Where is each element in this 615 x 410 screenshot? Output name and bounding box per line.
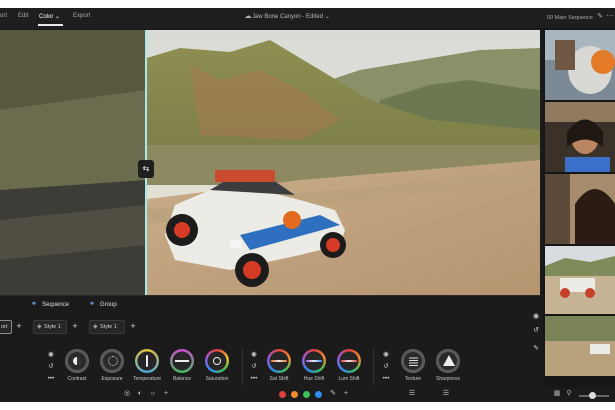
light-icon[interactable]: ☼: [148, 389, 158, 399]
menu-export[interactable]: Export: [73, 13, 90, 19]
style-chip-label: Style 1: [44, 324, 61, 330]
viewer-photo: [0, 30, 540, 295]
style-chip-0[interactable]: ort: [0, 320, 12, 334]
undo-icon[interactable]: ↺: [46, 363, 56, 371]
more-icon[interactable]: ⋯: [606, 13, 614, 21]
contrast-icon[interactable]: [65, 349, 89, 373]
style-chip-1[interactable]: ◈ Style 1: [33, 320, 67, 334]
balance-icon[interactable]: [170, 349, 194, 373]
eye-icon[interactable]: ◉: [46, 351, 56, 359]
group-divider: [242, 348, 243, 386]
style-icon: ◈: [37, 324, 42, 330]
tab-sequence[interactable]: Sequence: [42, 302, 69, 308]
filmstrip-thumb-2[interactable]: [545, 102, 615, 172]
top-bar: ort Edit Color ⌄ Export Jaw Bone Canyon …: [0, 8, 615, 28]
red-swatch[interactable]: [279, 391, 286, 398]
knob-label: Saturation: [205, 376, 229, 382]
document-title[interactable]: Jaw Bone Canyon - Edited ⌄: [252, 13, 330, 20]
filmstrip-thumb-5[interactable]: [545, 316, 615, 376]
eye-icon[interactable]: ◉: [381, 351, 391, 359]
filmstrip-thumb-1[interactable]: [545, 30, 615, 100]
add-style-button[interactable]: +: [13, 320, 25, 334]
knob-label: Lum Shift: [338, 376, 360, 382]
temperature-icon[interactable]: [135, 349, 159, 373]
pencil-icon[interactable]: ✎: [596, 13, 604, 21]
sequence-title[interactable]: 00 Main Sequence: [547, 15, 593, 21]
image-viewer[interactable]: [0, 30, 540, 295]
lum-shift-icon[interactable]: [337, 349, 361, 373]
sharpness-icon[interactable]: [436, 349, 460, 373]
blue-swatch[interactable]: [315, 391, 322, 398]
menu-edit[interactable]: Edit: [18, 13, 28, 19]
undo-icon[interactable]: ↺: [381, 363, 391, 371]
style-chip-2[interactable]: ◈ Style 1: [89, 320, 125, 334]
exposure-icon[interactable]: [100, 349, 124, 373]
eyedropper-icon[interactable]: ✎: [328, 389, 338, 399]
knob-saturation[interactable]: Saturation: [198, 349, 236, 385]
adjustments-panel: ⚭ Sequence ⚭ Group ort + ◈ Style 1 + ◈ S…: [0, 295, 543, 402]
filter-icon[interactable]: ⚲: [565, 390, 573, 398]
texture-icon[interactable]: [401, 349, 425, 373]
knob-label: Sharpness: [436, 376, 460, 382]
eye-icon[interactable]: ◉: [531, 312, 541, 322]
zoom-slider-thumb[interactable]: [589, 392, 596, 399]
add-style-button[interactable]: +: [69, 320, 81, 334]
active-menu-indicator: [38, 24, 63, 26]
sat-shift-icon[interactable]: [267, 349, 291, 373]
contrast-mode-icon[interactable]: ◐: [135, 389, 145, 399]
group-icon: ⚭: [89, 301, 95, 308]
adjust-icon[interactable]: ☰: [441, 389, 451, 399]
add-style-button[interactable]: +: [127, 320, 139, 334]
color-wheel-icon[interactable]: ◎: [122, 389, 132, 399]
adjust-icon[interactable]: ☰: [407, 389, 417, 399]
sequence-icon: ⚭: [31, 301, 37, 308]
style-chip-label: ort: [1, 324, 8, 330]
filmstrip: [543, 28, 615, 388]
knob-lum-shift[interactable]: Lum Shift: [330, 349, 368, 385]
green-swatch[interactable]: [303, 391, 310, 398]
menu-color[interactable]: Color ⌄: [39, 13, 60, 20]
saturation-icon[interactable]: [205, 349, 229, 373]
knob-sharpness[interactable]: Sharpness: [429, 349, 467, 385]
filmstrip-thumb-4[interactable]: [545, 246, 615, 314]
style-chip-label: Style 1: [100, 324, 117, 330]
cloud-icon: ☁: [244, 13, 252, 20]
orange-swatch[interactable]: [291, 391, 298, 398]
hue-shift-icon[interactable]: [302, 349, 326, 373]
split-handle-icon[interactable]: ⇆: [138, 160, 154, 178]
wrench-icon[interactable]: ✎: [531, 344, 541, 354]
tab-group[interactable]: Group: [100, 302, 117, 308]
filmstrip-thumb-3[interactable]: [545, 174, 615, 244]
grid-view-icon[interactable]: ▦: [553, 390, 561, 398]
undo-icon[interactable]: ↺: [249, 363, 259, 371]
filmstrip-footer: ▦ ⚲: [543, 388, 615, 402]
group-divider: [373, 348, 374, 386]
add-icon[interactable]: +: [341, 389, 351, 399]
app-window: ort Edit Color ⌄ Export Jaw Bone Canyon …: [0, 8, 615, 402]
style-icon: ◈: [93, 324, 98, 330]
menu-import[interactable]: ort: [0, 13, 7, 19]
eye-icon[interactable]: ◉: [249, 351, 259, 359]
add-icon[interactable]: +: [161, 389, 171, 399]
undo-icon[interactable]: ↺: [531, 326, 541, 336]
